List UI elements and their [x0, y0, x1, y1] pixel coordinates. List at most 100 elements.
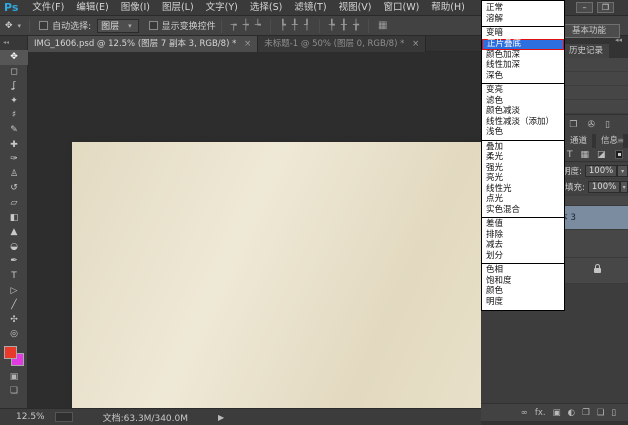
menu-filter[interactable]: 滤镜(T)	[288, 0, 332, 16]
chevron-down-icon[interactable]: ▾	[15, 22, 25, 30]
chevron-down-icon[interactable]: ▾	[617, 165, 628, 177]
blend-mode-option[interactable]: 颜色减淡	[482, 106, 564, 117]
menu-edit[interactable]: 编辑(E)	[70, 0, 114, 16]
menu-file[interactable]: 文件(F)	[26, 0, 70, 16]
chevron-down-icon[interactable]: ▾	[620, 181, 628, 193]
close-icon[interactable]: ×	[239, 39, 251, 49]
blend-mode-option-selected[interactable]: 正片叠底	[482, 39, 564, 50]
auto-select-checkbox[interactable]	[39, 21, 48, 30]
menu-type[interactable]: 文字(Y)	[200, 0, 244, 16]
hand-tool[interactable]: ✣	[0, 313, 28, 328]
zoom-level-field[interactable]: 12.5%	[16, 412, 45, 422]
blend-mode-option[interactable]: 变亮	[482, 85, 564, 96]
status-menu-arrow-icon[interactable]: ▶	[218, 413, 224, 422]
blend-mode-option[interactable]: 实色混合	[482, 205, 564, 216]
filter-smart-object-icon[interactable]: ◪	[597, 150, 606, 160]
link-layers-icon[interactable]: ∞	[521, 408, 528, 418]
blend-mode-option[interactable]: 浅色	[482, 127, 564, 138]
new-snapshot-camera-icon[interactable]: ✇	[588, 120, 596, 130]
new-group-icon[interactable]: ❐	[582, 408, 590, 418]
brush-tool[interactable]: ✑	[0, 152, 28, 167]
blur-tool[interactable]: ▲	[0, 225, 28, 240]
clone-stamp-tool[interactable]: ♙	[0, 167, 28, 182]
blend-mode-option[interactable]: 线性减淡（添加）	[482, 117, 564, 128]
layer-style-fx-icon[interactable]: fx.	[535, 408, 546, 418]
dodge-tool[interactable]: ◒	[0, 240, 28, 255]
align-bottom-edges-icon[interactable]: ┶	[255, 19, 261, 33]
canvas-image[interactable]	[72, 142, 496, 423]
new-layer-icon[interactable]: ❏	[597, 408, 605, 418]
align-vertical-centers-icon[interactable]: ┾	[243, 19, 249, 33]
screen-mode-button[interactable]: ❏	[0, 384, 28, 398]
blend-mode-option[interactable]: 明度	[482, 297, 564, 308]
filter-shape-icon[interactable]: ▦	[581, 150, 590, 160]
blend-mode-option[interactable]: 点光	[482, 194, 564, 205]
line-tool[interactable]: ╱	[0, 298, 28, 313]
minimize-button[interactable]: –	[576, 2, 593, 13]
blend-mode-option[interactable]: 排除	[482, 230, 564, 241]
distribute-layers-icon[interactable]: ▦	[378, 19, 387, 33]
fill-value-field[interactable]: 100%	[588, 181, 620, 193]
blend-mode-option[interactable]: 减去	[482, 240, 564, 251]
lasso-tool[interactable]: ʆ	[0, 79, 28, 94]
auto-select-dropdown[interactable]: 图层 ▾	[97, 19, 139, 33]
blend-mode-option[interactable]: 饱和度	[482, 276, 564, 287]
menu-help[interactable]: 帮助(H)	[425, 0, 471, 16]
zoom-tool[interactable]: ◎	[0, 327, 28, 342]
menu-image[interactable]: 图像(I)	[115, 0, 156, 16]
tab-channels[interactable]: 通道	[565, 134, 592, 148]
blend-mode-option[interactable]: 深色	[482, 71, 564, 82]
move-tool[interactable]: ✥	[0, 50, 28, 65]
status-scrubber[interactable]	[55, 412, 73, 422]
pen-tool[interactable]: ✒	[0, 254, 28, 269]
close-icon[interactable]: ×	[407, 39, 419, 49]
distribute-vertical-icon[interactable]: ╂	[341, 19, 347, 33]
workspace-switcher-button[interactable]: 基本功能	[558, 24, 620, 38]
menu-select[interactable]: 选择(S)	[244, 0, 288, 16]
menu-window[interactable]: 窗口(W)	[377, 0, 425, 16]
align-right-edges-icon[interactable]: ┦	[304, 19, 310, 33]
history-brush-tool[interactable]: ↺	[0, 181, 28, 196]
document-tab-active[interactable]: IMG_1606.psd @ 12.5% (图层 7 副本 3, RGB/8) …	[28, 36, 258, 52]
blend-mode-option[interactable]: 柔光	[482, 152, 564, 163]
document-tab-inactive[interactable]: 未标题-1 @ 50% (图层 0, RGB/8) * ×	[258, 36, 426, 52]
blend-mode-option[interactable]: 滤色	[482, 96, 564, 107]
filter-type-icon[interactable]: T	[567, 150, 573, 160]
align-horizontal-centers-icon[interactable]: ╀	[292, 19, 298, 33]
distribute-top-icon[interactable]: ╄	[329, 19, 335, 33]
blend-mode-option[interactable]: 线性加深	[482, 60, 564, 71]
blend-mode-option[interactable]: 颜色加深	[482, 50, 564, 61]
blend-mode-option[interactable]: 线性光	[482, 184, 564, 195]
toolbox-collapse-icon[interactable]: ◂◂	[0, 36, 27, 50]
foreground-color-swatch[interactable]	[4, 346, 17, 359]
blend-mode-option[interactable]: 色相	[482, 265, 564, 276]
blend-mode-option[interactable]: 叠加	[482, 142, 564, 153]
align-left-edges-icon[interactable]: ┡	[280, 19, 286, 33]
align-top-edges-icon[interactable]: ┮	[231, 19, 237, 33]
restore-button[interactable]: ❐	[597, 2, 614, 13]
distribute-bottom-icon[interactable]: ╆	[353, 19, 359, 33]
layer-mask-icon[interactable]: ▣	[553, 408, 561, 418]
blend-mode-option[interactable]: 正常	[482, 3, 564, 14]
blend-mode-option[interactable]: 溶解	[482, 14, 564, 25]
path-selection-tool[interactable]: ▷	[0, 284, 28, 299]
eyedropper-tool[interactable]: ✎	[0, 123, 28, 138]
menu-view[interactable]: 视图(V)	[333, 0, 378, 16]
tab-history[interactable]: 历史记录	[563, 44, 609, 58]
adjustment-layer-icon[interactable]: ◐	[568, 408, 575, 418]
blend-mode-option[interactable]: 变暗	[482, 28, 564, 39]
opacity-value-field[interactable]: 100%	[585, 165, 617, 177]
eraser-tool[interactable]: ▱	[0, 196, 28, 211]
delete-state-trash-icon[interactable]: ▯	[605, 120, 610, 130]
show-transform-checkbox[interactable]	[149, 21, 158, 30]
panel-menu-icon[interactable]: ≡	[617, 136, 624, 145]
delete-layer-trash-icon[interactable]: ▯	[611, 408, 616, 418]
gradient-tool[interactable]: ◧	[0, 211, 28, 226]
type-tool[interactable]: T	[0, 269, 28, 284]
healing-brush-tool[interactable]: ✚	[0, 138, 28, 153]
marquee-tool[interactable]: ◻	[0, 65, 28, 80]
blend-mode-option[interactable]: 亮光	[482, 173, 564, 184]
menu-layer[interactable]: 图层(L)	[156, 0, 200, 16]
quick-mask-button[interactable]: ▣	[0, 370, 28, 384]
filter-toggle-switch[interactable]	[615, 150, 623, 159]
